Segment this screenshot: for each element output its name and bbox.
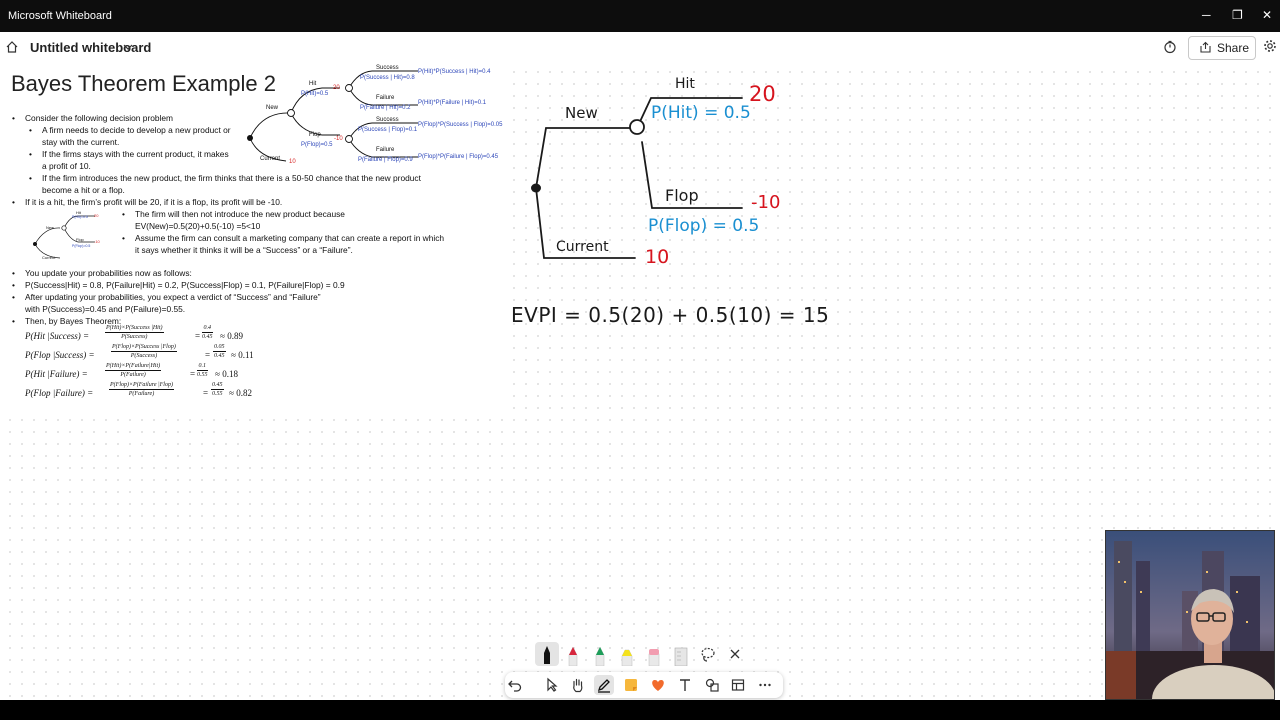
hw-flop-label: Flop bbox=[665, 186, 699, 205]
share-button[interactable]: Share bbox=[1188, 36, 1256, 60]
chevron-down-icon[interactable] bbox=[122, 40, 134, 58]
tree-prob: P(Flop)=0.5 bbox=[72, 244, 91, 248]
presenter-webcam bbox=[1105, 530, 1275, 700]
hw-hit-label: Hit bbox=[675, 76, 695, 92]
tree-value: 10 bbox=[289, 159, 296, 165]
shapes-icon[interactable] bbox=[702, 675, 722, 695]
title-bar: Microsoft Whiteboard ─ ❐ ✕ bbox=[0, 0, 1280, 32]
tree-label: Hit bbox=[309, 81, 317, 87]
share-label: Share bbox=[1217, 41, 1250, 55]
hw-hit-value: 20 bbox=[749, 82, 776, 106]
slide-image[interactable]: Bayes Theorem Example 2 Consider the fol… bbox=[0, 62, 505, 412]
tree-value: -10 bbox=[94, 239, 100, 244]
timer-icon[interactable] bbox=[1163, 40, 1177, 59]
inking-icon[interactable] bbox=[594, 675, 614, 695]
text-icon[interactable] bbox=[675, 675, 695, 695]
tree-label: Failure bbox=[376, 147, 395, 153]
tree-outcome: P(Hit)*P(Success | Hit)=0.4 bbox=[418, 69, 491, 75]
reactions-heart-icon[interactable] bbox=[648, 675, 668, 695]
hw-evpi-equation: EVPI = 0.5(20) + 0.5(10) = 15 bbox=[511, 303, 830, 327]
more-icon[interactable] bbox=[755, 675, 775, 695]
tree-prob: P(Success | Flop)=0.1 bbox=[358, 127, 418, 133]
tree-label: Success bbox=[376, 117, 399, 123]
select-icon[interactable] bbox=[541, 675, 561, 695]
restore-button[interactable]: ❐ bbox=[1232, 8, 1243, 22]
tree-prob: P(Hit)=0.5 bbox=[72, 215, 88, 219]
undo-icon[interactable] bbox=[505, 675, 525, 695]
tree-prob: P(Failure | Hit)=0.2 bbox=[360, 105, 411, 111]
tree-outcome: P(Flop)*P(Success | Flop)=0.05 bbox=[418, 122, 503, 128]
close-icon[interactable] bbox=[725, 644, 745, 664]
tree-label: Flop bbox=[76, 237, 84, 242]
tree-prob: P(Hit)=0.5 bbox=[301, 91, 329, 97]
red-pen-icon[interactable] bbox=[563, 644, 583, 667]
tree-value: -10 bbox=[334, 136, 343, 142]
tree-label: Failure bbox=[376, 95, 395, 101]
pink-eraser-icon[interactable] bbox=[644, 644, 664, 667]
gear-icon[interactable] bbox=[1263, 39, 1277, 58]
tree-prob: P(Failure | Flop)=0.9 bbox=[358, 157, 413, 163]
green-pen-icon[interactable] bbox=[590, 644, 610, 667]
close-window-button[interactable]: ✕ bbox=[1262, 8, 1272, 22]
tree-outcome: P(Flop)*P(Failure | Flop)=0.45 bbox=[418, 154, 499, 160]
sticky-note-icon[interactable] bbox=[621, 675, 641, 695]
tree-label: New bbox=[266, 105, 279, 111]
bottom-bar bbox=[0, 700, 1280, 720]
tree-label: Flop bbox=[309, 132, 321, 138]
tree-value: 20 bbox=[333, 85, 340, 91]
tree-value: 20 bbox=[94, 213, 99, 218]
tree-label: Success bbox=[376, 65, 399, 71]
minimize-button[interactable]: ─ bbox=[1202, 8, 1211, 22]
tree-prob: P(Success | Hit)=0.8 bbox=[360, 75, 415, 81]
templates-icon[interactable] bbox=[728, 675, 748, 695]
hw-new-label: New bbox=[565, 104, 598, 122]
pan-hand-icon[interactable] bbox=[568, 675, 588, 695]
home-icon[interactable] bbox=[5, 40, 19, 59]
tree-outcome: P(Hit)*P(Failure | Hit)=0.1 bbox=[418, 100, 487, 106]
pen-tray bbox=[532, 640, 750, 668]
tree-label: Current bbox=[42, 255, 56, 260]
lasso-icon[interactable] bbox=[698, 644, 718, 664]
black-pen-icon[interactable] bbox=[535, 642, 559, 666]
tree-label: Current bbox=[260, 156, 281, 162]
hw-current-label: Current bbox=[556, 239, 609, 255]
app-header: Untitled whiteboard Share bbox=[0, 32, 1280, 63]
share-icon bbox=[1199, 41, 1212, 59]
hw-current-value: 10 bbox=[645, 246, 670, 268]
app-title: Microsoft Whiteboard bbox=[8, 10, 112, 22]
tree-prob: P(Flop)=0.5 bbox=[301, 142, 333, 148]
ruler-icon[interactable] bbox=[671, 644, 691, 667]
yellow-highlighter-icon[interactable] bbox=[617, 644, 637, 667]
main-toolbar bbox=[505, 672, 783, 698]
hw-p-hit: P(Hit) = 0.5 bbox=[651, 103, 751, 123]
hw-p-flop: P(Flop) = 0.5 bbox=[648, 216, 760, 236]
tree-label: New bbox=[46, 225, 55, 230]
hw-flop-value: -10 bbox=[751, 192, 781, 213]
